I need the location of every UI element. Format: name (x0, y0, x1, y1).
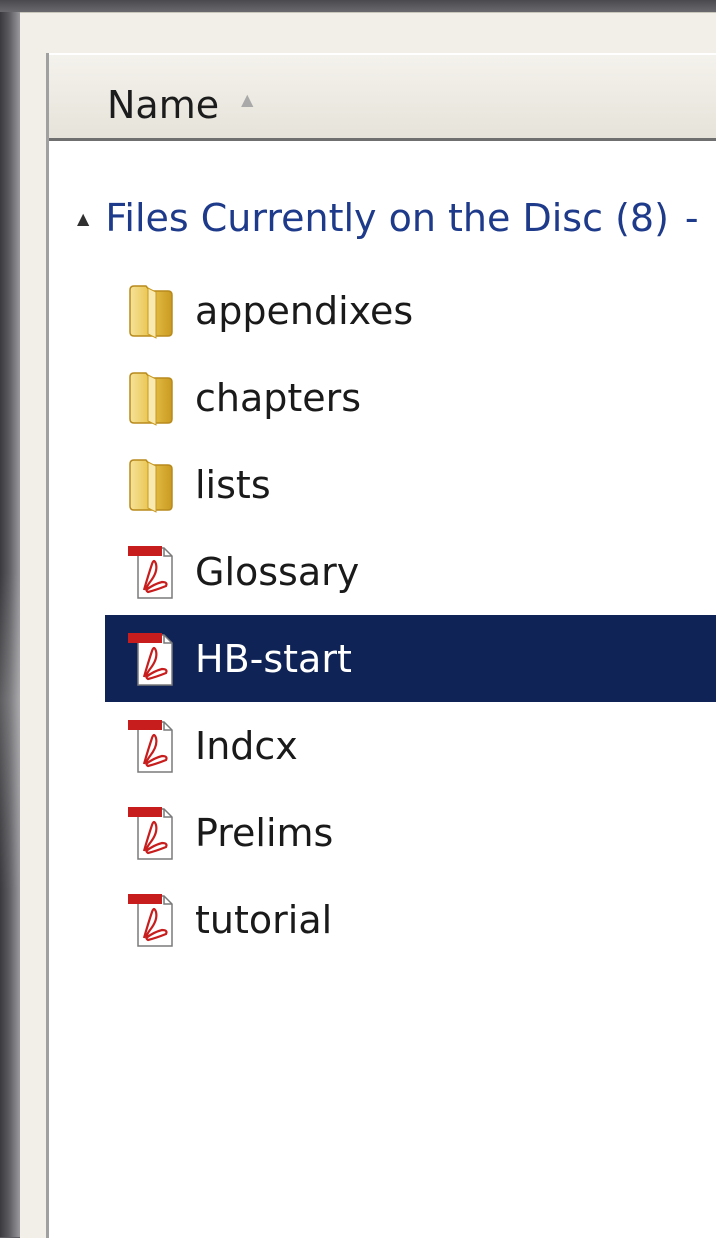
file-name: tutorial (195, 897, 333, 942)
file-name: HB-start (195, 636, 352, 681)
file-row[interactable]: Glossary (105, 528, 716, 615)
folder-icon (123, 453, 179, 517)
window-left-frame (0, 12, 20, 1237)
pdf-icon (123, 540, 179, 604)
group-separator: - (684, 196, 699, 240)
file-name: lists (195, 462, 271, 507)
pdf-icon (123, 888, 179, 952)
file-list[interactable]: Name ▲ ▲ Files Currently on the Disc (8)… (46, 53, 716, 1238)
file-name: Prelims (195, 810, 334, 855)
pdf-icon (123, 714, 179, 778)
file-name: chapters (195, 375, 362, 420)
file-row[interactable]: Indcx (105, 702, 716, 789)
file-name: Glossary (195, 549, 360, 594)
pdf-icon (123, 627, 179, 691)
column-header-name[interactable]: Name ▲ (107, 83, 253, 127)
column-header-name-label: Name (107, 83, 220, 127)
file-row[interactable]: Prelims (105, 789, 716, 876)
file-row[interactable]: appendixes (105, 267, 716, 354)
sort-ascending-icon: ▲ (241, 89, 254, 109)
group-header-files-on-disc[interactable]: ▲ Files Currently on the Disc (8) - (77, 193, 699, 243)
collapse-arrow-icon[interactable]: ▲ (77, 209, 89, 228)
file-row[interactable]: chapters (105, 354, 716, 441)
file-name: Indcx (195, 723, 298, 768)
folder-icon (123, 279, 179, 343)
file-row[interactable]: tutorial (105, 876, 716, 963)
window-top-border (0, 0, 716, 12)
group-title: Files Currently on the Disc (8) (105, 196, 669, 240)
frame-glow (0, 572, 20, 892)
explorer-pane: Name ▲ ▲ Files Currently on the Disc (8)… (20, 12, 716, 1238)
folder-icon (123, 366, 179, 430)
pdf-icon (123, 801, 179, 865)
file-name: appendixes (195, 288, 414, 333)
file-rows: appendixes chapters lists Glossary HB-start I… (105, 267, 716, 963)
file-row[interactable]: lists (105, 441, 716, 528)
file-row[interactable]: HB-start (105, 615, 716, 702)
column-header-bar: Name ▲ (49, 53, 716, 141)
